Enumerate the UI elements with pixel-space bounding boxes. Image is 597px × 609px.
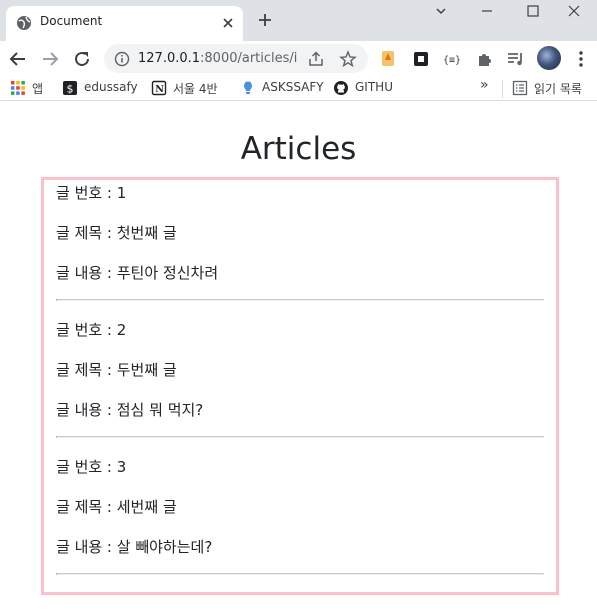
bookmark-askssafy[interactable]: ASKSSAFY: [240, 79, 324, 97]
extension-dark-icon[interactable]: [410, 48, 432, 70]
github-icon: [333, 80, 349, 96]
url-host: 127.0.0.1: [138, 51, 201, 66]
address-bar[interactable]: 127.0.0.1:8000/articles/i...: [104, 44, 368, 73]
globe-icon: [16, 15, 32, 31]
bookmark-edussafy[interactable]: $ edussafy: [62, 79, 142, 97]
tab-title: Document: [40, 14, 103, 28]
apps-grid-icon: [10, 80, 26, 96]
extension-rocket-icon[interactable]: [378, 48, 400, 70]
article-number: 글 번호 : 1: [56, 184, 127, 202]
bookmark-github[interactable]: GITHU: [333, 79, 403, 97]
article-content: 글 내용 : 점심 뭐 먹지?: [56, 401, 204, 419]
tab-search-icon[interactable]: [418, 0, 464, 30]
share-icon[interactable]: [307, 50, 325, 68]
page-title: Articles: [240, 131, 357, 167]
bookmark-label: edussafy: [84, 80, 138, 94]
article-content: 글 내용 : 살 빼야하는데?: [56, 538, 213, 556]
article-title: 글 제목 : 두번째 글: [56, 361, 177, 379]
close-tab-icon[interactable]: [220, 15, 236, 31]
lightbulb-icon: [240, 80, 256, 96]
article-title: 글 제목 : 세번째 글: [56, 498, 177, 516]
site-info-icon[interactable]: [114, 51, 130, 67]
tab-strip: Document: [0, 0, 597, 41]
puzzle-extensions-icon[interactable]: [474, 48, 496, 70]
notion-icon: N: [151, 80, 167, 96]
article-divider: [56, 299, 544, 301]
back-arrow-icon[interactable]: [6, 47, 30, 71]
more-bookmarks-chevron[interactable]: »: [480, 77, 494, 95]
browser-tab[interactable]: Document: [6, 6, 243, 41]
reading-list-button[interactable]: 읽기 목록: [512, 79, 597, 97]
kebab-menu-icon[interactable]: [570, 48, 592, 70]
media-playlist-icon[interactable]: [505, 48, 527, 70]
article-divider: [56, 573, 544, 575]
bookmark-divider: [502, 80, 503, 98]
profile-avatar[interactable]: [537, 46, 561, 70]
article-content: 글 내용 : 푸틴아 정신차려: [56, 264, 219, 282]
articles-container: 글 번호 : 1 글 제목 : 첫번째 글 글 내용 : 푸틴아 정신차려 글 …: [41, 177, 559, 595]
reload-icon[interactable]: [70, 47, 94, 71]
close-window-icon[interactable]: [551, 0, 597, 30]
svg-text:$: $: [67, 83, 74, 96]
reading-list-label: 읽기 목록: [534, 82, 582, 96]
extension-json-icon[interactable]: {≡}: [441, 48, 463, 70]
minimize-icon[interactable]: [464, 0, 510, 30]
svg-text:N: N: [155, 84, 164, 95]
bookmark-seoul[interactable]: N 서울 4반: [151, 79, 231, 97]
bookmark-label: 앱: [32, 82, 44, 96]
article-number: 글 번호 : 3: [56, 458, 127, 476]
article-title: 글 제목 : 첫번째 글: [56, 224, 177, 242]
browser-toolbar: 127.0.0.1:8000/articles/i... {≡}: [0, 41, 597, 76]
reading-list-icon: [512, 80, 528, 96]
bookmark-star-icon[interactable]: [339, 50, 357, 68]
url-text[interactable]: 127.0.0.1:8000/articles/i...: [138, 51, 298, 66]
svg-text:{≡}: {≡}: [443, 55, 461, 66]
bookmark-apps[interactable]: 앱: [10, 79, 50, 97]
article-divider: [56, 436, 544, 438]
maximize-icon[interactable]: [510, 0, 556, 30]
dollar-bookmark-icon: $: [62, 80, 78, 96]
new-tab-icon[interactable]: [256, 11, 274, 29]
bookmarks-bar: 앱 $ edussafy N 서울 4반 ASKSSAFY GITHU » 읽기…: [0, 76, 597, 101]
bookmark-label: GITHU: [355, 80, 393, 94]
bookmark-label: ASKSSAFY: [262, 80, 324, 94]
url-path: :8000/articles/i...: [200, 51, 298, 66]
article-number: 글 번호 : 2: [56, 321, 127, 339]
forward-arrow-icon[interactable]: [38, 47, 62, 71]
bookmark-label: 서울 4반: [173, 82, 218, 96]
